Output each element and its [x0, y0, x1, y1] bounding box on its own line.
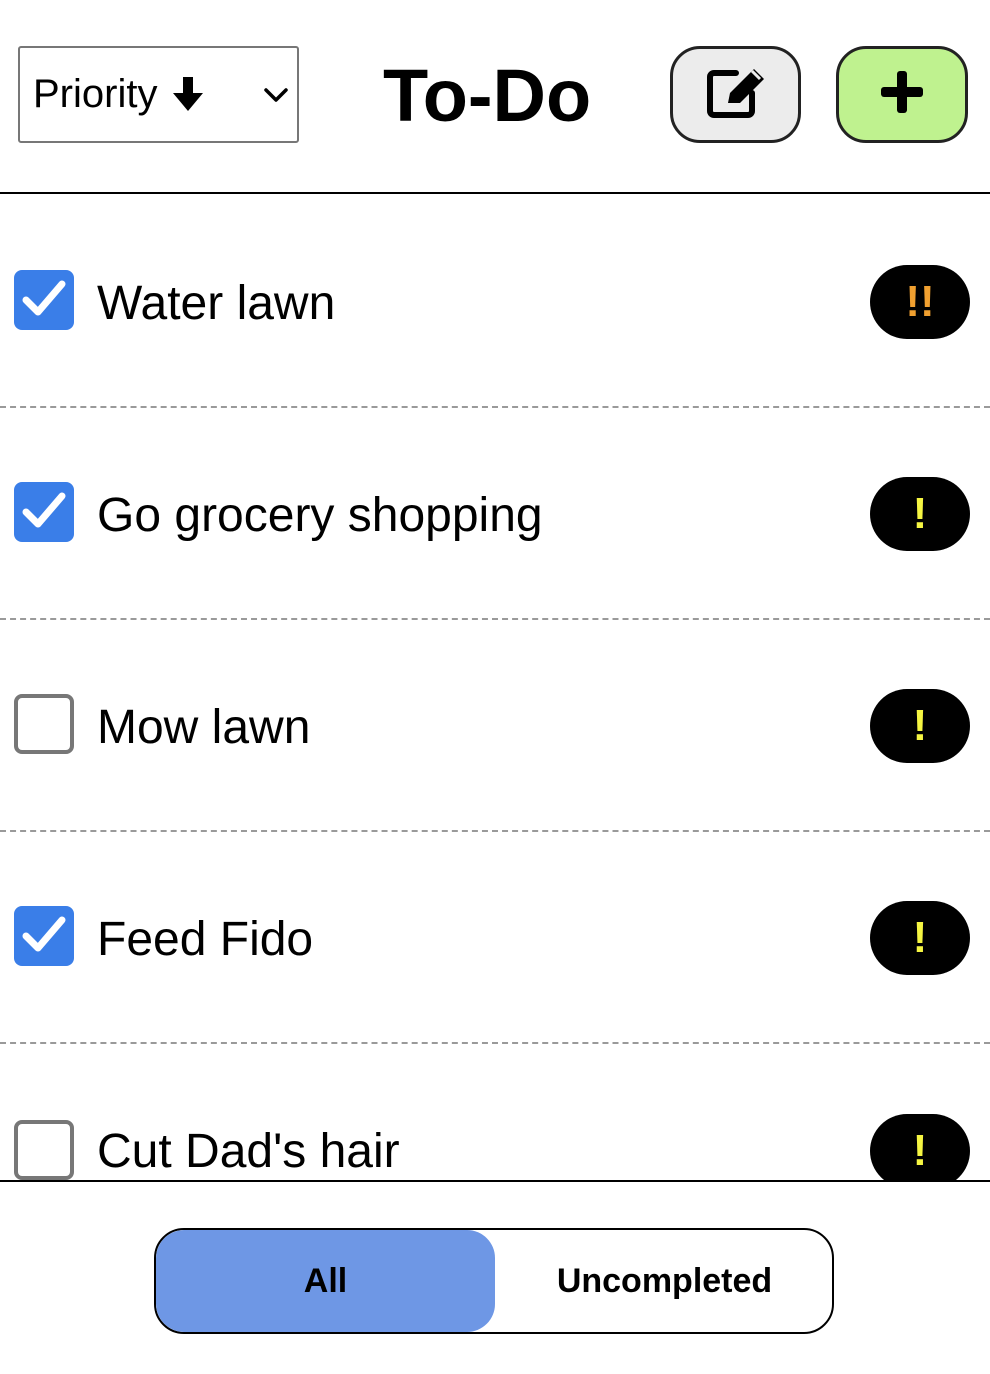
task-label: Cut Dad's hair [97, 1125, 400, 1178]
sort-select[interactable]: Priority [18, 46, 299, 143]
checkmark-icon [22, 280, 66, 316]
task-checkbox[interactable] [14, 1120, 74, 1180]
todo-app: Priority To-Do Water lawn !! Go grocery … [0, 0, 990, 1374]
header: Priority To-Do [0, 0, 990, 194]
task-label: Go grocery shopping [97, 489, 543, 542]
task-row: Feed Fido ! [0, 832, 990, 1044]
task-row: Go grocery shopping ! [0, 408, 990, 620]
add-button[interactable] [836, 46, 968, 143]
priority-badge[interactable]: ! [870, 477, 970, 551]
task-label: Feed Fido [97, 913, 314, 966]
priority-badge[interactable]: ! [870, 901, 970, 975]
edit-icon [706, 65, 766, 124]
page-title: To-Do [383, 54, 592, 137]
checkmark-icon [22, 916, 66, 952]
filter-segmented-control: All Uncompleted [154, 1228, 834, 1334]
priority-badge[interactable]: ! [870, 1114, 970, 1180]
filter-uncompleted-tab[interactable]: Uncompleted [495, 1230, 832, 1332]
filter-all-tab[interactable]: All [156, 1230, 495, 1332]
priority-badge[interactable]: !! [870, 265, 970, 339]
task-checkbox[interactable] [14, 270, 74, 330]
task-checkbox[interactable] [14, 482, 74, 542]
task-checkbox[interactable] [14, 694, 74, 754]
task-checkbox[interactable] [14, 906, 74, 966]
sort-label: Priority [33, 72, 158, 116]
footer: All Uncompleted [0, 1180, 990, 1374]
task-list: Water lawn !! Go grocery shopping ! Mow … [0, 196, 990, 1180]
priority-badge[interactable]: ! [870, 689, 970, 763]
chevron-down-icon [263, 84, 289, 106]
plus-icon [879, 69, 925, 120]
checkmark-icon [22, 492, 66, 528]
task-row: Mow lawn ! [0, 620, 990, 832]
task-row: Cut Dad's hair ! [0, 1044, 990, 1180]
task-row: Water lawn !! [0, 196, 990, 408]
task-label: Mow lawn [97, 701, 311, 754]
arrow-down-icon [173, 76, 204, 113]
task-label: Water lawn [97, 277, 336, 330]
edit-button[interactable] [670, 46, 801, 143]
